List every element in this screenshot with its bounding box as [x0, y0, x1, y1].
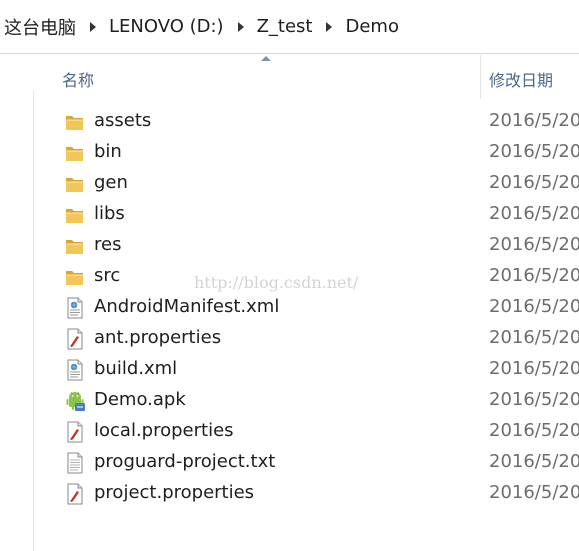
- column-header-date-modified[interactable]: 修改日期: [489, 67, 553, 91]
- properties-file-icon: [64, 483, 86, 505]
- file-date-modified: 2016/5/20: [489, 451, 579, 472]
- xml-file-icon: [64, 359, 86, 381]
- file-date-modified: 2016/5/20: [489, 482, 579, 503]
- file-name: proguard-project.txt: [94, 451, 276, 472]
- folder-icon: [64, 142, 86, 164]
- text-file-icon: [64, 452, 86, 474]
- watermark: http://blog.csdn.net/: [194, 273, 359, 292]
- chevron-right-icon[interactable]: [326, 21, 333, 32]
- folder-icon: [64, 266, 86, 288]
- breadcrumb-this-pc[interactable]: 这台电脑: [4, 14, 76, 40]
- file-date-modified: 2016/5/20: [489, 172, 579, 193]
- file-row[interactable]: AndroidManifest.xml 2016/5/20: [0, 293, 579, 324]
- file-date-modified: 2016/5/20: [489, 389, 579, 410]
- xml-file-icon: [64, 297, 86, 319]
- column-divider[interactable]: [480, 55, 481, 99]
- breadcrumb-demo[interactable]: Demo: [345, 16, 398, 37]
- sort-ascending-icon: [261, 56, 271, 61]
- file-name: Demo.apk: [94, 389, 186, 410]
- folder-icon: [64, 111, 86, 133]
- file-name: res: [94, 234, 122, 255]
- android-apk-icon: [64, 390, 86, 412]
- folder-icon: [64, 204, 86, 226]
- file-name: build.xml: [94, 358, 178, 379]
- properties-file-icon: [64, 421, 86, 443]
- file-name: project.properties: [94, 482, 255, 503]
- file-date-modified: 2016/5/20: [489, 234, 579, 255]
- file-list: assets 2016/5/20 bin 2016/5/20 gen 2016/5/20 l…: [0, 107, 579, 510]
- file-row[interactable]: Demo.apk 2016/5/20: [0, 386, 579, 417]
- properties-file-icon: [64, 328, 86, 350]
- file-date-modified: 2016/5/20: [489, 420, 579, 441]
- file-row[interactable]: local.properties 2016/5/20: [0, 417, 579, 448]
- file-row[interactable]: build.xml 2016/5/20: [0, 355, 579, 386]
- file-date-modified: 2016/5/20: [489, 358, 579, 379]
- file-date-modified: 2016/5/20: [489, 141, 579, 162]
- file-row[interactable]: libs 2016/5/20: [0, 200, 579, 231]
- file-name: local.properties: [94, 420, 234, 441]
- file-name: bin: [94, 141, 122, 162]
- folder-icon: [64, 235, 86, 257]
- file-date-modified: 2016/5/20: [489, 110, 579, 131]
- file-date-modified: 2016/5/20: [489, 203, 579, 224]
- chevron-right-icon[interactable]: [90, 21, 96, 32]
- file-name: gen: [94, 172, 128, 193]
- file-row[interactable]: gen 2016/5/20: [0, 169, 579, 200]
- file-date-modified: 2016/5/20: [489, 296, 579, 317]
- column-header-name[interactable]: 名称: [62, 67, 94, 91]
- file-name: ant.properties: [94, 327, 222, 348]
- column-header: 名称 修改日期: [0, 55, 579, 99]
- folder-icon: [64, 173, 86, 195]
- breadcrumb-drive[interactable]: LENOVO (D:): [109, 16, 224, 37]
- file-row[interactable]: bin 2016/5/20: [0, 138, 579, 169]
- file-row[interactable]: assets 2016/5/20: [0, 107, 579, 138]
- file-row[interactable]: proguard-project.txt 2016/5/20: [0, 448, 579, 479]
- file-row[interactable]: ant.properties 2016/5/20: [0, 324, 579, 355]
- file-name: AndroidManifest.xml: [94, 296, 280, 317]
- file-name: libs: [94, 203, 125, 224]
- file-row[interactable]: project.properties 2016/5/20: [0, 479, 579, 510]
- file-name: assets: [94, 110, 152, 131]
- file-row[interactable]: res 2016/5/20: [0, 231, 579, 262]
- file-date-modified: 2016/5/20: [489, 265, 579, 286]
- address-bar[interactable]: 这台电脑 LENOVO (D:) Z_test Demo: [0, 0, 579, 54]
- file-name: src: [94, 265, 121, 286]
- file-date-modified: 2016/5/20: [489, 327, 579, 348]
- chevron-right-icon[interactable]: [237, 21, 244, 32]
- breadcrumb-z-test[interactable]: Z_test: [257, 16, 313, 37]
